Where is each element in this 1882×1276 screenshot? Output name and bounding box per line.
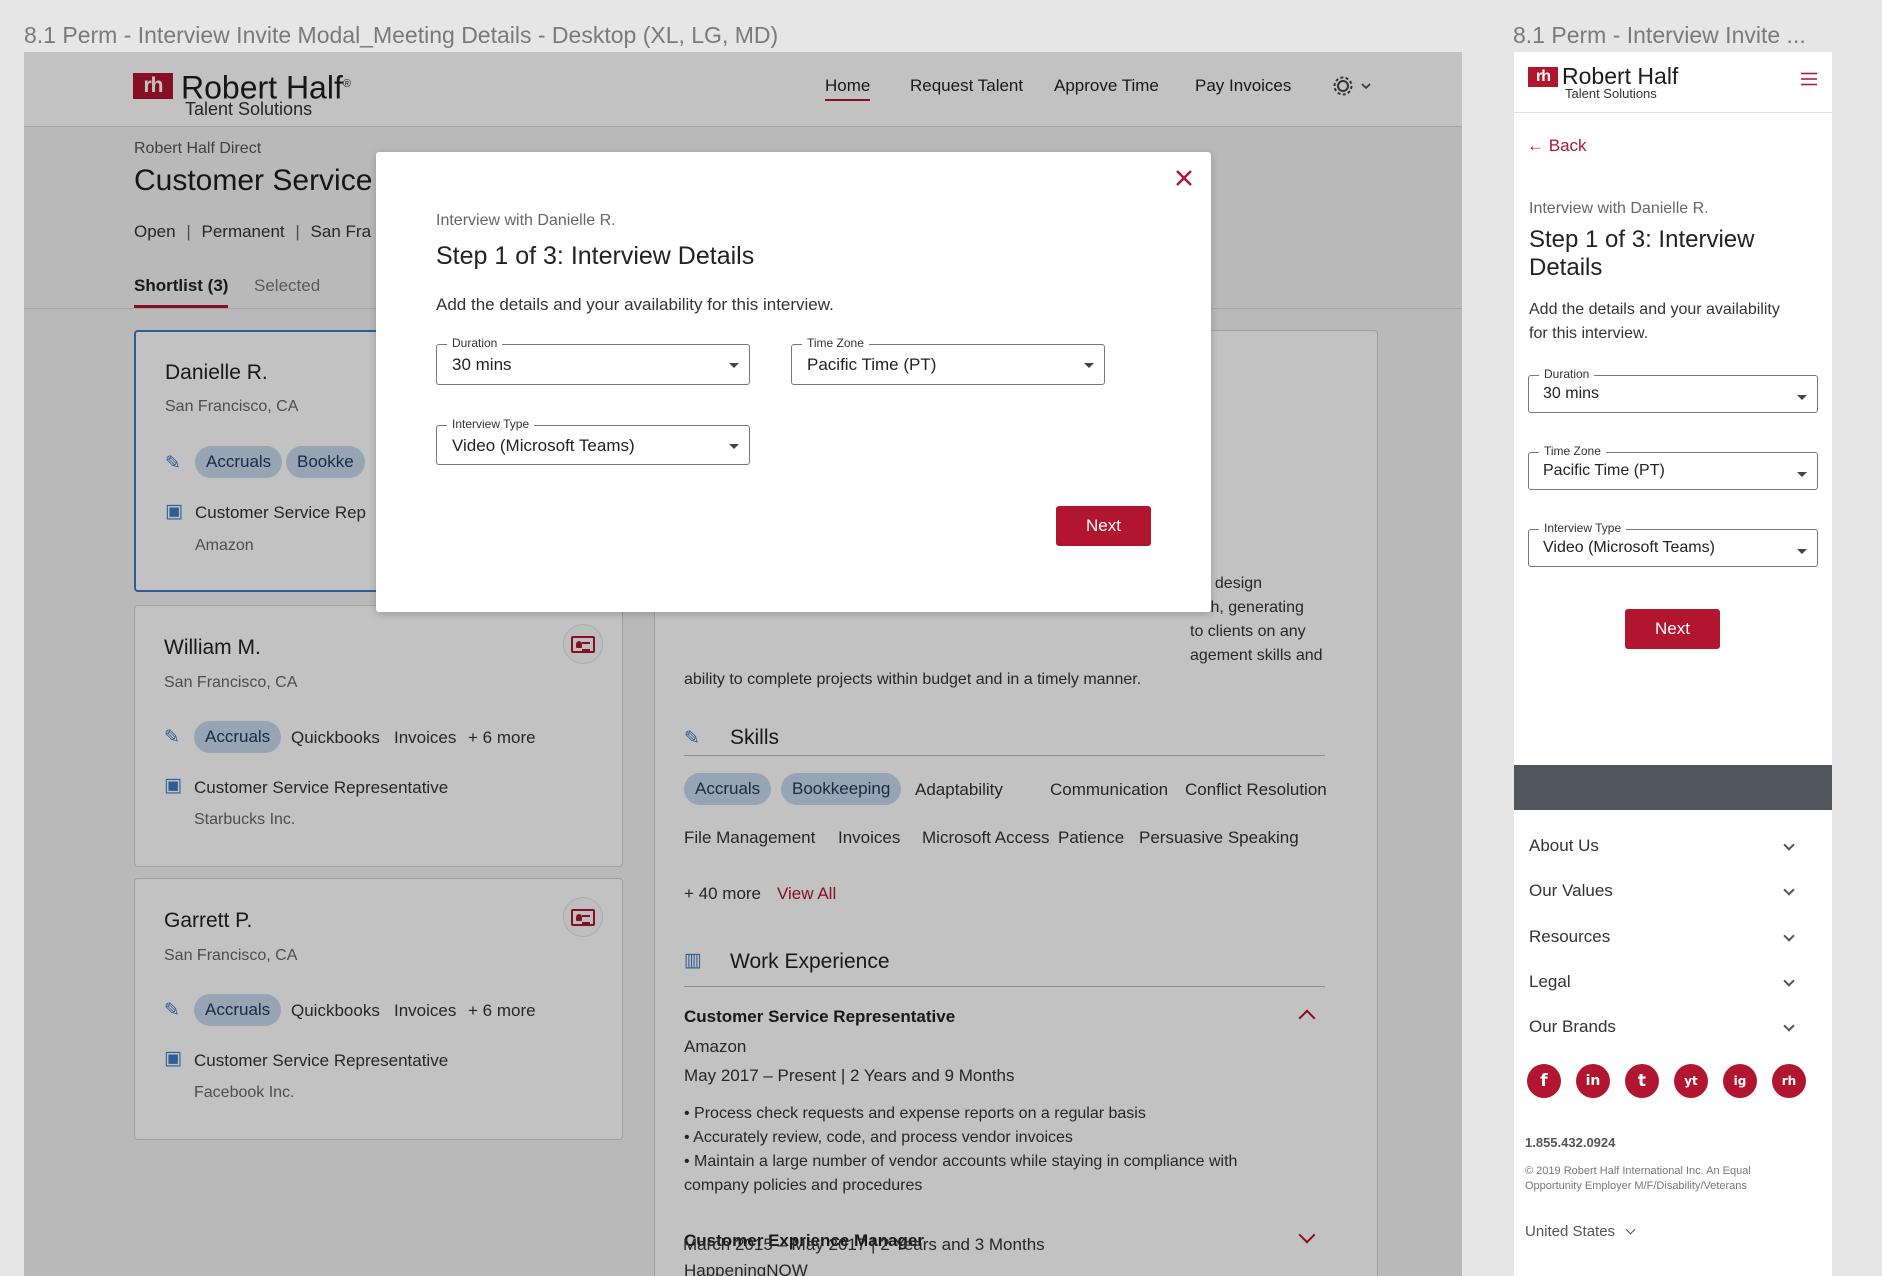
mobile-title: Step 1 of 3: Interview Details bbox=[1529, 226, 1754, 282]
mobile-artboard-title: 8.1 Perm - Interview Invite ... bbox=[1513, 22, 1806, 48]
country-selector[interactable]: United States bbox=[1525, 1223, 1636, 1240]
mobile-timezone-select[interactable]: Time Zone Pacific Time (PT) bbox=[1528, 444, 1818, 490]
timezone-select[interactable]: Time Zone Pacific Time (PT) bbox=[791, 336, 1105, 385]
chevron-down-icon bbox=[1783, 884, 1795, 896]
interview-type-label: Interview Type bbox=[1539, 521, 1627, 535]
footer-link-our-values[interactable]: Our Values bbox=[1529, 881, 1613, 901]
caret-down-icon bbox=[729, 363, 739, 368]
youtube-icon[interactable]: yt bbox=[1674, 1064, 1708, 1098]
mobile-header: rh Robert Half Talent Solutions bbox=[1514, 52, 1832, 113]
back-link[interactable]: ← Back bbox=[1527, 136, 1587, 156]
instagram-icon[interactable]: ig bbox=[1723, 1064, 1757, 1098]
rh-logo-mark[interactable]: rh bbox=[1528, 67, 1558, 87]
mobile-desc-line: Add the details and your availability bbox=[1529, 301, 1780, 318]
next-button[interactable]: Next bbox=[1056, 506, 1151, 546]
footer-link-our-brands[interactable]: Our Brands bbox=[1529, 1017, 1616, 1037]
chevron-down-icon bbox=[1783, 975, 1795, 987]
country-value: United States bbox=[1525, 1223, 1616, 1240]
menu-icon bbox=[1801, 72, 1817, 86]
caret-down-icon bbox=[1084, 363, 1094, 368]
twitter-icon[interactable]: t bbox=[1625, 1064, 1659, 1098]
interview-type-select[interactable]: Interview Type Video (Microsoft Teams) bbox=[436, 417, 750, 465]
chevron-down-icon bbox=[1783, 930, 1795, 942]
duration-value: 30 mins bbox=[1543, 385, 1600, 402]
duration-label: Duration bbox=[1539, 367, 1595, 381]
chevron-down-icon bbox=[1783, 839, 1795, 851]
copyright: © 2019 Robert Half International Inc. An… bbox=[1525, 1164, 1751, 1194]
modal-eyebrow: Interview with Danielle R. bbox=[436, 212, 616, 229]
caret-down-icon bbox=[729, 444, 739, 449]
interview-type-value: Video (Microsoft Teams) bbox=[452, 436, 635, 455]
timezone-value: Pacific Time (PT) bbox=[807, 355, 937, 374]
footer-link-about-us[interactable]: About Us bbox=[1529, 836, 1599, 856]
arrow-left-icon: ← bbox=[1527, 136, 1549, 155]
linkedin-icon[interactable]: in bbox=[1576, 1064, 1610, 1098]
brand-sub: Talent Solutions bbox=[1565, 86, 1657, 101]
duration-value: 30 mins bbox=[452, 355, 512, 374]
desktop-artboard-title: 8.1 Perm - Interview Invite Modal_Meetin… bbox=[24, 22, 779, 48]
mobile-eyebrow: Interview with Danielle R. bbox=[1529, 200, 1709, 217]
desktop-artboard: rh Robert Half® Talent Solutions Home Re… bbox=[24, 52, 1462, 1276]
chevron-down-icon bbox=[1625, 1224, 1636, 1235]
phone-number[interactable]: 1.855.432.0924 bbox=[1525, 1135, 1615, 1150]
copyright-line: © 2019 Robert Half International Inc. An… bbox=[1525, 1165, 1751, 1177]
mobile-artboard: rh Robert Half Talent Solutions ← Back I… bbox=[1514, 52, 1832, 1276]
duration-label: Duration bbox=[447, 336, 503, 350]
hamburger-menu[interactable] bbox=[1801, 72, 1817, 86]
duration-select[interactable]: Duration 30 mins bbox=[436, 336, 750, 385]
back-label: Back bbox=[1548, 136, 1587, 155]
caret-down-icon bbox=[1797, 395, 1807, 400]
timezone-label: Time Zone bbox=[802, 336, 869, 350]
mobile-next-button[interactable]: Next bbox=[1625, 609, 1720, 649]
interview-type-value: Video (Microsoft Teams) bbox=[1543, 539, 1715, 556]
footer-band bbox=[1514, 765, 1832, 810]
mobile-desc-line: for this interview. bbox=[1529, 325, 1649, 342]
facebook-icon[interactable]: f bbox=[1527, 1064, 1561, 1098]
footer-link-legal[interactable]: Legal bbox=[1529, 972, 1571, 992]
modal-description: Add the details and your availability fo… bbox=[436, 295, 834, 314]
mobile-description: Add the details and your availability fo… bbox=[1529, 298, 1780, 346]
footer-link-resources[interactable]: Resources bbox=[1529, 927, 1610, 947]
mobile-duration-select[interactable]: Duration 30 mins bbox=[1528, 367, 1818, 413]
timezone-label: Time Zone bbox=[1539, 444, 1606, 458]
copyright-line: Opportunity Employer M/F/Disability/Vete… bbox=[1525, 1180, 1747, 1192]
close-icon bbox=[1176, 170, 1192, 186]
mobile-title-line: Step 1 of 3: Interview bbox=[1529, 226, 1755, 253]
mobile-title-line: Details bbox=[1529, 254, 1603, 281]
timezone-value: Pacific Time (PT) bbox=[1543, 462, 1665, 479]
mobile-interview-type-select[interactable]: Interview Type Video (Microsoft Teams) bbox=[1528, 521, 1818, 567]
interview-type-label: Interview Type bbox=[447, 417, 535, 431]
robert-half-icon[interactable]: rh bbox=[1772, 1064, 1806, 1098]
caret-down-icon bbox=[1797, 472, 1807, 477]
caret-down-icon bbox=[1797, 549, 1807, 554]
close-button[interactable] bbox=[1173, 167, 1195, 189]
chevron-down-icon bbox=[1783, 1020, 1795, 1032]
interview-modal: Interview with Danielle R. Step 1 of 3: … bbox=[376, 152, 1211, 612]
modal-title: Step 1 of 3: Interview Details bbox=[436, 242, 755, 270]
